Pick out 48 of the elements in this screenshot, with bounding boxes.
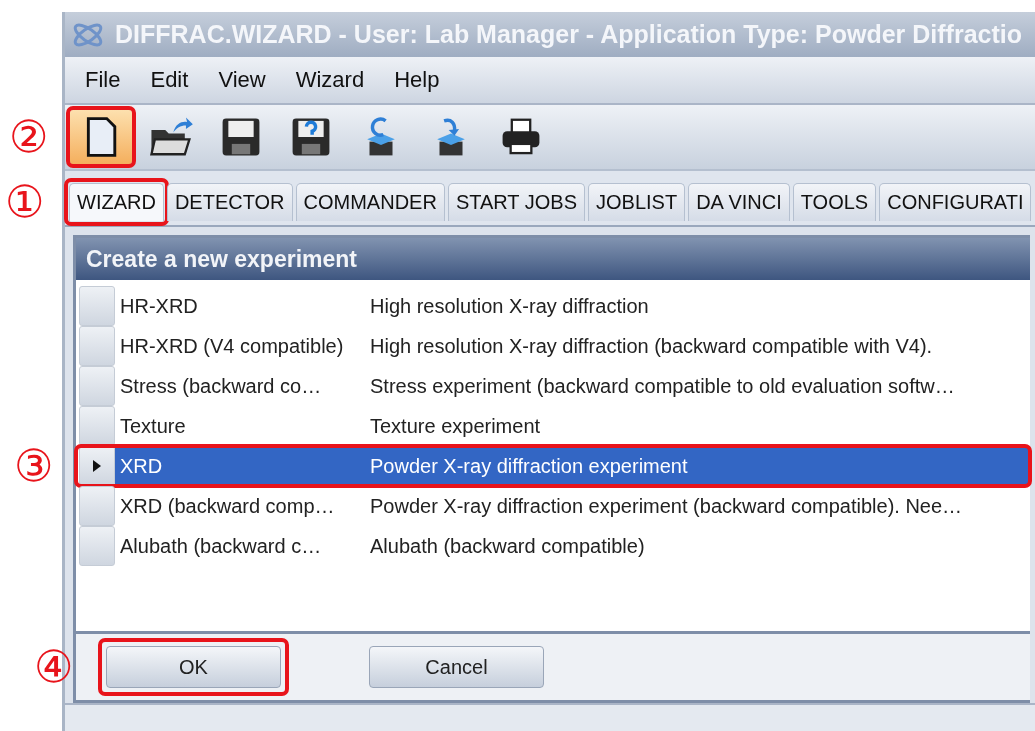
callout-number: ②	[9, 115, 49, 159]
list-row[interactable]: Texture Texture experiment	[76, 406, 1030, 446]
menu-item[interactable]: View	[218, 67, 266, 93]
list-row[interactable]: XRD (backward comp… Powder X-ray diffraction experiment (backward compatible). Nee…	[76, 486, 1030, 526]
description-cell-text: High resolution X-ray diffraction	[369, 293, 650, 319]
tab[interactable]: WIZARD	[69, 183, 164, 221]
name-cell-text: HR-XRD	[119, 293, 199, 319]
menu-item[interactable]: Help	[394, 67, 440, 93]
row-header	[79, 366, 115, 406]
tab[interactable]: DETECTOR	[166, 183, 293, 221]
row-header	[79, 486, 115, 526]
window-title: DIFFRAC.WIZARD - User: Lab Manager - Application Type: Powder Diffractio	[115, 20, 1022, 49]
callout-number: ④	[34, 645, 74, 689]
menu-item[interactable]: File	[85, 67, 121, 93]
menu-item[interactable]: Edit	[150, 67, 189, 93]
list-row[interactable]: HR-XRD High resolution X-ray diffraction	[76, 286, 1030, 326]
row-header	[79, 406, 115, 446]
tab[interactable]: CONFIGURATI	[879, 183, 1032, 221]
list-row[interactable]: XRD Powder X-ray diffraction experiment	[76, 446, 1030, 486]
row-header	[79, 526, 115, 566]
description-cell-text: Powder X-ray diffraction experiment (backward compatible). Nee…	[369, 493, 964, 519]
dialog-button[interactable]: Cancel	[369, 646, 544, 688]
tab[interactable]: JOBLIST	[588, 183, 686, 221]
row-header	[79, 286, 115, 326]
name-cell-text: Texture	[119, 413, 187, 439]
tab[interactable]: COMMANDER	[295, 183, 445, 221]
callout-number: ①	[5, 180, 45, 224]
list-row[interactable]: Alubath (backward c… Alubath (backward compatible)	[76, 526, 1030, 566]
tab[interactable]: DA VINCI	[688, 183, 790, 221]
name-cell-text: XRD (backward comp…	[119, 493, 336, 519]
panel-title: Create a new experiment	[86, 245, 357, 273]
description-cell: Powder X-ray diffraction experiment	[365, 447, 1030, 485]
list-row[interactable]: HR-XRD (V4 compatible) High resolution X-ray diffraction (backward compatible with V4).	[76, 326, 1030, 366]
name-cell-text: Stress (backward co…	[119, 373, 323, 399]
description-cell-text: Texture experiment	[369, 413, 542, 439]
description-cell-text: High resolution X-ray diffraction (backward compatible with V4).	[369, 333, 934, 359]
name-cell-text: HR-XRD (V4 compatible)	[119, 333, 345, 359]
menu-item[interactable]: Wizard	[295, 67, 365, 93]
list-row[interactable]: Stress (backward co… Stress experiment (backward compatible to old evaluation softw…	[76, 366, 1030, 406]
description-cell-text: Stress experiment (backward compatible to old evaluation softw…	[369, 373, 956, 399]
dialog-button[interactable]: OK	[106, 646, 281, 688]
tab[interactable]: TOOLS	[792, 183, 877, 221]
row-header	[79, 326, 115, 366]
name-cell: XRD	[115, 447, 365, 485]
description-cell-text: Alubath (backward compatible)	[369, 533, 646, 559]
name-cell-text: Alubath (backward c…	[119, 533, 323, 559]
tab[interactable]: START JOBS	[447, 183, 586, 221]
callout-number: ③	[14, 444, 54, 488]
